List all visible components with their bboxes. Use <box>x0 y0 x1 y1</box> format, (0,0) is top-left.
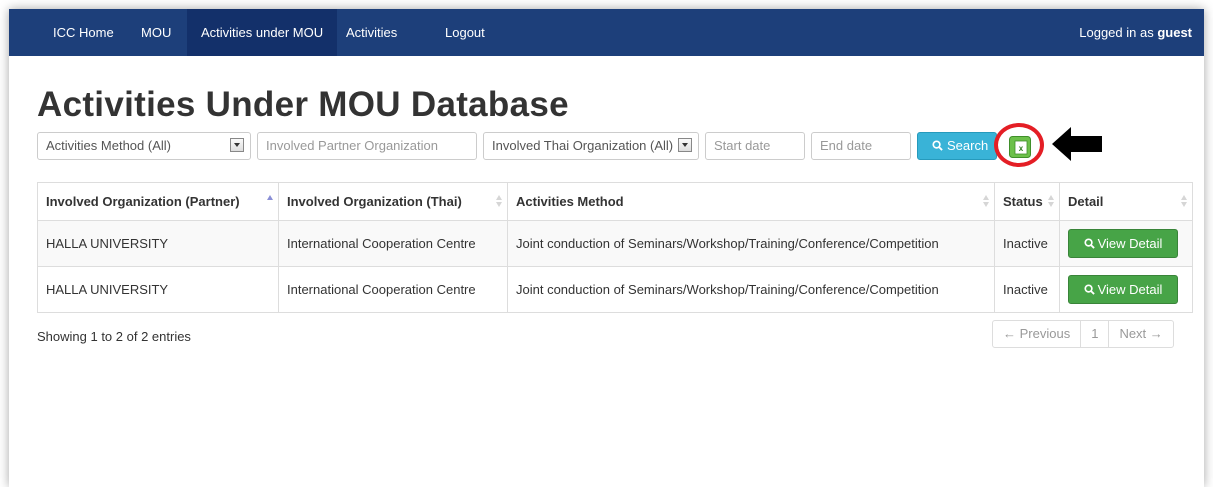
previous-page-button[interactable]: ← Previous <box>993 321 1080 347</box>
cell-status: Inactive <box>994 266 1060 313</box>
browser-frame: ICC Home MOU Activities under MOU Activi… <box>9 9 1204 487</box>
partner-organization-input[interactable]: Involved Partner Organization <box>257 132 477 160</box>
start-date-placeholder: Start date <box>714 138 771 153</box>
cell-method: Joint conduction of Seminars/Workshop/Tr… <box>507 266 995 313</box>
nav-logout[interactable]: Logout <box>433 9 497 56</box>
column-header-label: Involved Organization (Partner) <box>46 194 240 209</box>
logged-in-user: guest <box>1157 25 1192 40</box>
activities-method-select[interactable]: Activities Method (All) <box>37 132 251 160</box>
activities-method-value: Activities Method (All) <box>46 138 171 153</box>
column-header-label: Activities Method <box>516 194 624 209</box>
search-label: Search <box>947 138 989 153</box>
cell-status: Inactive <box>994 220 1060 267</box>
chevron-down-icon[interactable] <box>230 138 244 152</box>
nav-activities[interactable]: Activities <box>334 9 409 56</box>
table-info: Showing 1 to 2 of 2 entries <box>37 329 191 344</box>
page-title: Activities Under MOU Database <box>37 85 569 124</box>
cell-thai: International Cooperation Centre <box>278 266 508 313</box>
partner-organization-placeholder: Involved Partner Organization <box>266 138 438 153</box>
top-navbar: ICC Home MOU Activities under MOU Activi… <box>9 9 1204 56</box>
table-row: HALLA UNIVERSITY International Cooperati… <box>37 220 1193 267</box>
cell-detail: View Detail <box>1059 266 1193 313</box>
column-header-partner[interactable]: Involved Organization (Partner) <box>37 182 279 221</box>
column-header-label: Involved Organization (Thai) <box>287 194 462 209</box>
column-header-label: Status <box>1003 194 1043 209</box>
search-icon <box>1084 284 1095 295</box>
search-icon <box>932 140 943 151</box>
view-detail-label: View Detail <box>1097 282 1163 297</box>
pagination: ← Previous 1 Next → <box>992 320 1174 348</box>
end-date-input[interactable]: End date <box>811 132 911 160</box>
cell-thai: International Cooperation Centre <box>278 220 508 267</box>
page-number-button[interactable]: 1 <box>1080 321 1110 347</box>
search-button[interactable]: Search <box>917 132 997 160</box>
search-icon <box>1084 238 1095 249</box>
chevron-down-icon[interactable] <box>678 138 692 152</box>
sort-icon <box>496 195 503 208</box>
logged-in-label: Logged in as <box>1079 25 1154 40</box>
sort-icon <box>983 195 990 208</box>
logged-in-status: Logged in as guest <box>1079 9 1192 56</box>
column-header-detail[interactable]: Detail <box>1059 182 1193 221</box>
cell-partner: HALLA UNIVERSITY <box>37 220 279 267</box>
sort-icon <box>1181 195 1188 208</box>
cell-method: Joint conduction of Seminars/Workshop/Tr… <box>507 220 995 267</box>
end-date-placeholder: End date <box>820 138 873 153</box>
highlight-circle <box>994 123 1044 167</box>
table-row: HALLA UNIVERSITY International Cooperati… <box>37 266 1193 313</box>
thai-organization-value: Involved Thai Organization (All) <box>492 138 674 153</box>
table-header-row: Involved Organization (Partner) Involved… <box>37 182 1193 221</box>
next-page-button[interactable]: Next → <box>1109 321 1172 347</box>
view-detail-button[interactable]: View Detail <box>1068 229 1178 258</box>
nav-mou[interactable]: MOU <box>127 9 185 56</box>
sort-ascending-icon <box>267 195 274 208</box>
arrow-left-icon <box>1052 127 1102 161</box>
column-header-method[interactable]: Activities Method <box>507 182 995 221</box>
activities-table: Involved Organization (Partner) Involved… <box>37 182 1193 313</box>
nav-activities-under-mou[interactable]: Activities under MOU <box>187 9 338 56</box>
nav-icc-home[interactable]: ICC Home <box>39 9 128 56</box>
view-detail-button[interactable]: View Detail <box>1068 275 1178 304</box>
sort-icon <box>1048 195 1055 208</box>
view-detail-label: View Detail <box>1097 236 1163 251</box>
cell-detail: View Detail <box>1059 220 1193 267</box>
column-header-status[interactable]: Status <box>994 182 1060 221</box>
column-header-label: Detail <box>1068 194 1104 209</box>
column-header-thai[interactable]: Involved Organization (Thai) <box>278 182 508 221</box>
cell-partner: HALLA UNIVERSITY <box>37 266 279 313</box>
thai-organization-select[interactable]: Involved Thai Organization (All) <box>483 132 699 160</box>
start-date-input[interactable]: Start date <box>705 132 805 160</box>
